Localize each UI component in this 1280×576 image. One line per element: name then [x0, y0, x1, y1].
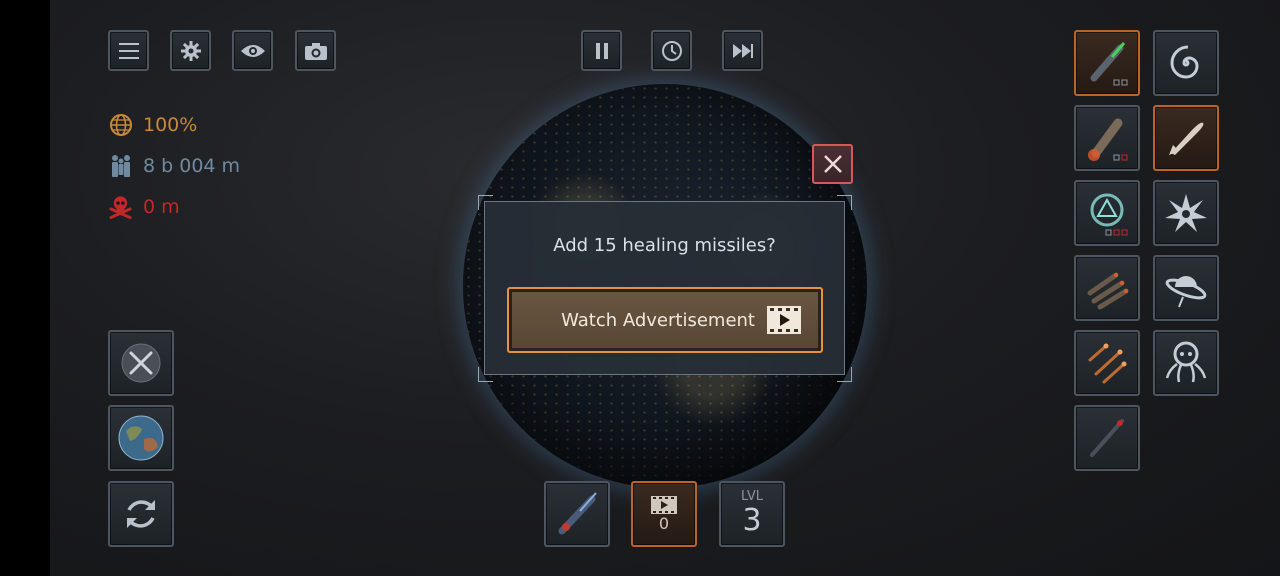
healing-missile-icon — [558, 492, 597, 535]
planet-health-value: 100% — [143, 113, 198, 136]
dialog-corner-tr — [837, 195, 852, 210]
ufo-icon — [1165, 276, 1207, 308]
dialog-corner-tl — [478, 195, 493, 210]
pause-button[interactable] — [581, 30, 622, 71]
octopus-icon — [1165, 341, 1207, 383]
level-value: 3 — [742, 503, 762, 538]
spiral-icon — [1170, 45, 1199, 79]
needle-missile-icon — [1090, 419, 1124, 457]
camera-icon — [304, 42, 327, 60]
green-missile-icon — [1090, 42, 1128, 86]
dialog-corner-bl — [478, 367, 493, 382]
watch-ad-reward-button[interactable]: 0 — [631, 481, 697, 547]
watch-advertisement-label: Watch Advertisement — [561, 309, 755, 331]
population-value: 8 b 004 m — [143, 154, 241, 177]
fast-forward-button[interactable] — [722, 30, 763, 71]
cluster-rockets-icon — [1087, 272, 1129, 310]
screenshot-button[interactable] — [295, 30, 336, 71]
weapon-kraken[interactable] — [1153, 330, 1219, 396]
weapon-ufo[interactable] — [1153, 255, 1219, 321]
warhead-icon — [1169, 122, 1204, 155]
menu-icon — [118, 42, 139, 59]
rocket-icon — [1088, 118, 1128, 161]
weapon-select-button[interactable] — [108, 330, 174, 396]
weapon-green-laser-missile[interactable] — [1074, 30, 1140, 96]
weapon-black-hole[interactable] — [1153, 30, 1219, 96]
film-reel-icon — [651, 496, 677, 514]
globe-icon — [108, 112, 133, 137]
ad-count: 0 — [658, 514, 670, 533]
screen-letterbox-left — [0, 0, 50, 576]
deaths-stat: 0 m — [108, 194, 180, 219]
game-scene[interactable]: 100% 8 b 004 m 0 m 0 LVL 3 Add 15 healin… — [0, 0, 1280, 576]
population-stat: 8 b 004 m — [108, 153, 240, 178]
view-toggle-button[interactable] — [232, 30, 273, 71]
close-dialog-button[interactable] — [812, 144, 853, 184]
weapon-orbital-missile[interactable] — [1153, 105, 1219, 171]
healing-missile-button[interactable] — [544, 481, 610, 547]
dialog-corner-br — [837, 367, 852, 382]
level-caption: LVL — [741, 489, 763, 504]
planet-health-stat: 100% — [108, 112, 197, 137]
explosion-icon — [1165, 194, 1207, 232]
menu-button[interactable] — [108, 30, 149, 71]
dialog-question: Add 15 healing missiles? — [553, 235, 776, 256]
settings-button[interactable] — [170, 30, 211, 71]
weapon-shield[interactable] — [1074, 180, 1140, 246]
weapon-heavy-rocket[interactable] — [1074, 105, 1140, 171]
reset-planet-button[interactable] — [108, 481, 174, 547]
weapon-cluster-rockets[interactable] — [1074, 255, 1140, 321]
pause-icon — [595, 42, 608, 59]
meteor-shower-icon — [1088, 343, 1127, 384]
refresh-icon — [127, 500, 155, 528]
people-icon — [108, 153, 133, 178]
gear-icon — [180, 40, 201, 61]
shield-ring-icon — [1090, 193, 1128, 236]
fast-forward-icon — [732, 43, 753, 58]
crossed-tools-icon — [121, 343, 161, 383]
video-play-icon — [767, 306, 801, 334]
time-speed-button[interactable] — [651, 30, 692, 71]
level-button[interactable]: LVL 3 — [719, 481, 785, 547]
weapon-explosion[interactable] — [1153, 180, 1219, 246]
clock-icon — [661, 40, 682, 61]
skull-crossbones-icon — [108, 194, 133, 219]
watch-advertisement-button[interactable]: Watch Advertisement — [507, 287, 823, 353]
weapon-meteor-shower[interactable] — [1074, 330, 1140, 396]
planet-thumbnail-icon — [118, 415, 164, 461]
eye-icon — [240, 44, 265, 57]
weapon-needle-missile[interactable] — [1074, 405, 1140, 471]
deaths-value: 0 m — [143, 195, 180, 218]
planet-select-button[interactable] — [108, 405, 174, 471]
close-icon — [823, 155, 842, 173]
